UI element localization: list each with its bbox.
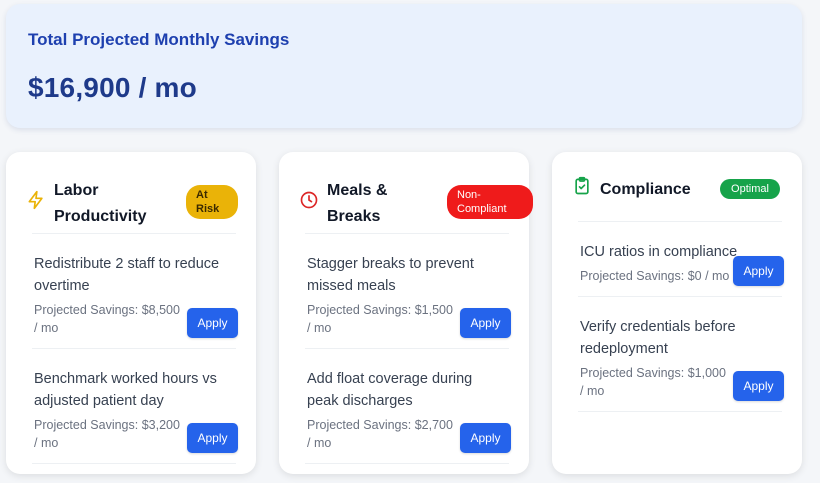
card-meals-breaks: Meals & Breaks Non-Compliant Stagger bre… <box>279 152 533 474</box>
recommendation-item: Verify credentials before redeployment P… <box>578 297 784 412</box>
status-badge: Optimal <box>720 179 780 199</box>
recommendation-item: Add float coverage during peak discharge… <box>305 349 511 464</box>
card-title: Labor Productivity <box>54 182 147 225</box>
projected-savings: Projected Savings: $1,000 / mo <box>580 366 726 398</box>
apply-button[interactable]: Apply <box>460 423 511 453</box>
apply-button[interactable]: Apply <box>733 371 784 401</box>
recommendation-text: Benchmark worked hours vs adjusted patie… <box>34 371 217 409</box>
status-badge: At Risk <box>186 185 238 219</box>
clock-icon <box>299 190 319 210</box>
card-title: Meals & Breaks <box>327 182 388 225</box>
card-labor-productivity: Labor Productivity At Risk Redistribute … <box>6 152 256 474</box>
summary-total-value: $16,900 / mo <box>28 72 197 103</box>
savings-summary-panel: Total Projected Monthly Savings $16,900 … <box>6 4 802 128</box>
projected-savings: Projected Savings: $2,700 / mo <box>307 418 453 450</box>
recommendation-text: Verify credentials before redeployment <box>580 319 736 357</box>
status-badge: Non-Compliant <box>447 185 533 219</box>
recommendation-item: Benchmark worked hours vs adjusted patie… <box>32 349 238 464</box>
recommendation-item: Stagger breaks to prevent missed meals P… <box>305 234 511 349</box>
lightning-icon <box>26 190 46 210</box>
recommendation-text: Redistribute 2 staff to reduce overtime <box>34 256 220 294</box>
card-title: Compliance <box>600 181 691 198</box>
clipboard-check-icon <box>572 176 592 196</box>
apply-button[interactable]: Apply <box>187 423 238 453</box>
projected-savings: Projected Savings: $1,500 / mo <box>307 303 453 335</box>
projected-savings: Projected Savings: $0 / mo <box>580 269 730 283</box>
card-compliance: Compliance Optimal ICU ratios in complia… <box>552 152 802 474</box>
recommendation-item: ICU ratios in compliance Projected Savin… <box>578 222 784 297</box>
recommendation-item: Redistribute 2 staff to reduce overtime … <box>32 234 238 349</box>
projected-savings: Projected Savings: $3,200 / mo <box>34 418 180 450</box>
recommendation-text: Add float coverage during peak discharge… <box>307 371 473 409</box>
card-header: Labor Productivity At Risk <box>28 152 238 234</box>
projected-savings: Projected Savings: $8,500 / mo <box>34 303 180 335</box>
apply-button[interactable]: Apply <box>733 256 784 286</box>
summary-title: Total Projected Monthly Savings <box>28 30 290 49</box>
apply-button[interactable]: Apply <box>460 308 511 338</box>
card-header: Meals & Breaks Non-Compliant <box>300 152 533 234</box>
apply-button[interactable]: Apply <box>187 308 238 338</box>
recommendation-text: Stagger breaks to prevent missed meals <box>307 256 474 294</box>
card-header: Compliance Optimal <box>575 152 782 222</box>
